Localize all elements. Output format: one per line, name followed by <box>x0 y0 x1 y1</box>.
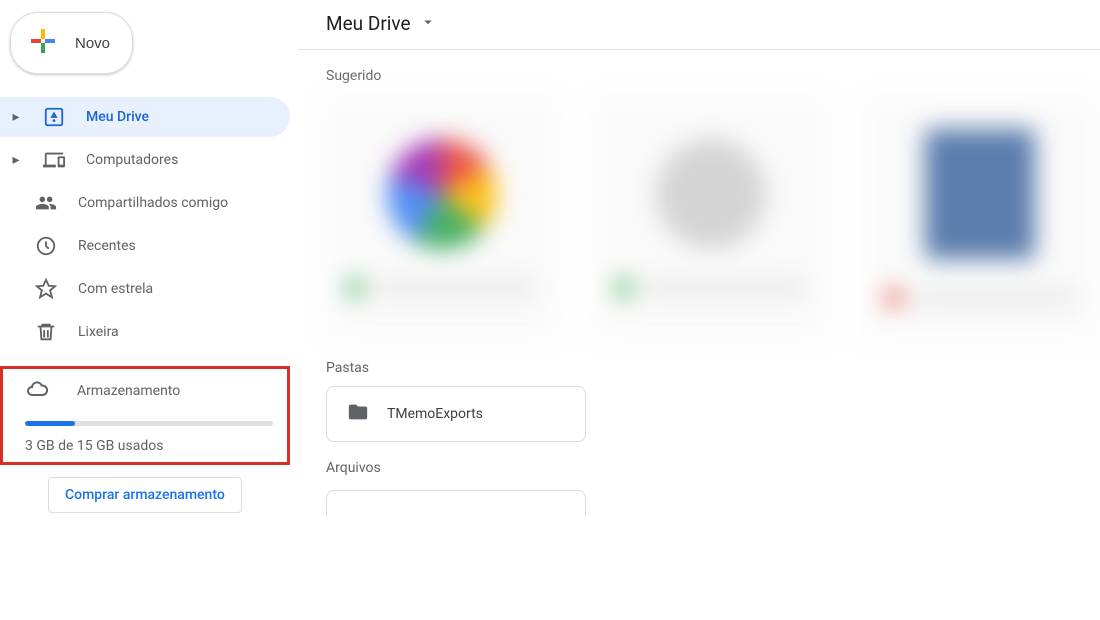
file-item[interactable] <box>326 490 586 516</box>
storage-progress-fill <box>25 421 75 426</box>
plus-icon <box>25 23 61 63</box>
sidebar-item-computers[interactable]: ▸ Computadores <box>0 140 290 180</box>
storage-usage-text: 3 GB de 15 GB usados <box>25 438 273 454</box>
new-button-label: Novo <box>75 35 110 52</box>
thumbnail <box>925 129 1035 259</box>
section-label-files: Arquivos <box>326 460 1100 476</box>
clock-icon <box>34 234 58 258</box>
suggested-card[interactable] <box>861 94 1100 342</box>
suggested-row <box>322 94 1100 342</box>
sidebar-item-recent[interactable]: Recentes <box>0 226 290 266</box>
folder-name: TMemoExports <box>387 406 483 422</box>
sidebar-item-my-drive[interactable]: ▸ Meu Drive <box>0 97 290 137</box>
breadcrumb[interactable]: Meu Drive <box>298 12 1100 50</box>
caption <box>885 289 1076 307</box>
cloud-icon <box>25 377 49 405</box>
sidebar-item-label: Meu Drive <box>86 109 149 125</box>
folder-icon <box>347 401 369 427</box>
sidebar-item-label: Compartilhados comigo <box>78 195 228 211</box>
devices-icon <box>42 148 66 172</box>
section-label-folders: Pastas <box>326 360 1100 376</box>
sidebar-item-label: Lixeira <box>78 324 119 340</box>
sidebar-item-storage[interactable]: Armazenamento <box>25 377 273 405</box>
main-content: Meu Drive Sugerido Pastas TMemoExports A… <box>298 0 1100 620</box>
folders-row: TMemoExports <box>326 386 1100 442</box>
thumbnail <box>387 139 497 249</box>
sidebar-item-label: Computadores <box>86 152 178 168</box>
expand-icon[interactable]: ▸ <box>10 152 22 168</box>
breadcrumb-title: Meu Drive <box>326 12 411 35</box>
new-button[interactable]: Novo <box>10 12 133 74</box>
suggested-card[interactable] <box>322 94 561 342</box>
expand-icon[interactable]: ▸ <box>10 109 22 125</box>
storage-label: Armazenamento <box>77 383 180 399</box>
chevron-down-icon <box>419 13 437 35</box>
star-icon <box>34 277 58 301</box>
sidebar-item-shared[interactable]: Compartilhados comigo <box>0 183 290 223</box>
section-label-suggested: Sugerido <box>326 68 1100 84</box>
storage-section: Armazenamento 3 GB de 15 GB usados <box>0 366 290 465</box>
caption <box>615 279 806 297</box>
sidebar-item-label: Recentes <box>78 238 136 254</box>
sidebar-item-label: Com estrela <box>78 281 153 297</box>
storage-progress-bar <box>25 421 273 426</box>
trash-icon <box>34 320 58 344</box>
sidebar: Novo ▸ Meu Drive ▸ Computadores Comparti… <box>0 0 298 620</box>
drive-icon <box>42 105 66 129</box>
sidebar-item-starred[interactable]: Com estrela <box>0 269 290 309</box>
suggested-card[interactable] <box>591 94 830 342</box>
buy-storage-button[interactable]: Comprar armazenamento <box>48 477 242 513</box>
thumbnail <box>656 139 766 249</box>
folder-item[interactable]: TMemoExports <box>326 386 586 442</box>
people-icon <box>34 191 58 215</box>
caption <box>346 279 537 297</box>
sidebar-item-trash[interactable]: Lixeira <box>0 312 290 352</box>
